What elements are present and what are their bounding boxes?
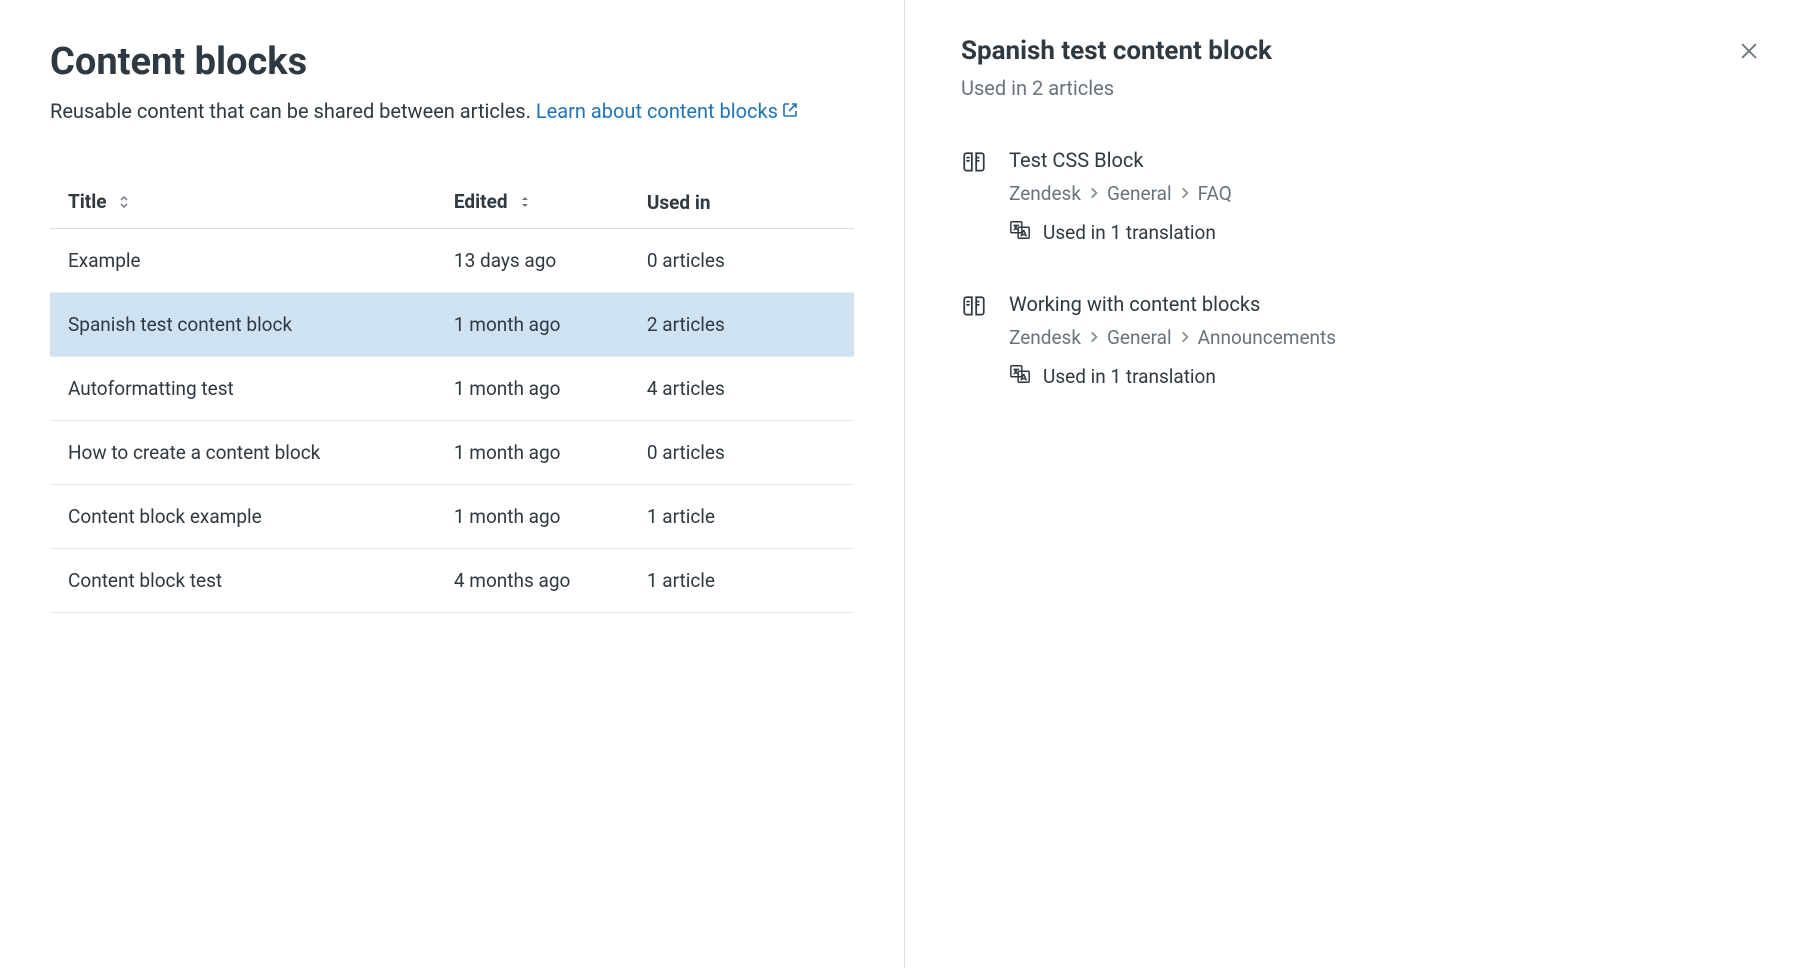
page-title: Content blocks (50, 40, 854, 84)
external-link-icon (782, 96, 798, 126)
chevron-right-icon (1180, 182, 1190, 205)
translations-info: Used in 1 translation (1009, 363, 1764, 390)
translations-text: Used in 1 translation (1043, 365, 1216, 388)
chevron-right-icon (1089, 326, 1099, 349)
table-row[interactable]: Spanish test content block1 month ago2 a… (50, 293, 854, 357)
table-cell-used-in: 4 articles (629, 357, 854, 421)
table-row[interactable]: Autoformatting test1 month ago4 articles (50, 357, 854, 421)
table-row[interactable]: Content block test4 months ago1 article (50, 549, 854, 613)
close-button[interactable] (1734, 36, 1764, 69)
breadcrumb-segment[interactable]: General (1107, 326, 1172, 349)
breadcrumb-segment[interactable]: General (1107, 182, 1172, 205)
column-header-title[interactable]: Title (50, 176, 436, 229)
detail-title: Spanish test content block (961, 36, 1272, 66)
learn-about-link[interactable]: Learn about content blocks (536, 99, 798, 123)
book-icon (961, 148, 989, 246)
table-cell-edited: 1 month ago (436, 421, 629, 485)
table-cell-edited: 1 month ago (436, 357, 629, 421)
page-subtitle: Reusable content that can be shared betw… (50, 96, 854, 126)
translation-icon (1009, 363, 1031, 390)
sort-icon (117, 191, 131, 214)
table-cell-edited: 1 month ago (436, 293, 629, 357)
main-content: Content blocks Reusable content that can… (0, 0, 905, 968)
book-icon (961, 292, 989, 390)
detail-panel: Spanish test content block Used in 2 art… (905, 0, 1804, 968)
breadcrumb: Zendesk General FAQ (1009, 182, 1764, 205)
table-cell-used-in: 0 articles (629, 421, 854, 485)
usage-title: Working with content blocks (1009, 292, 1764, 316)
subtitle-text: Reusable content that can be shared betw… (50, 99, 536, 123)
content-blocks-table: Title Edited Used in (50, 176, 854, 613)
table-row[interactable]: Content block example1 month ago1 articl… (50, 485, 854, 549)
translations-info: Used in 1 translation (1009, 219, 1764, 246)
table-cell-used-in: 1 article (629, 549, 854, 613)
breadcrumb-segment[interactable]: Zendesk (1009, 326, 1081, 349)
table-cell-edited: 1 month ago (436, 485, 629, 549)
table-cell-title: Spanish test content block (50, 293, 436, 357)
translations-text: Used in 1 translation (1043, 221, 1216, 244)
table-cell-used-in: 1 article (629, 485, 854, 549)
table-cell-title: Content block example (50, 485, 436, 549)
breadcrumb-segment[interactable]: FAQ (1198, 182, 1232, 205)
table-cell-title: Content block test (50, 549, 436, 613)
table-row[interactable]: Example13 days ago0 articles (50, 229, 854, 293)
translation-icon (1009, 219, 1031, 246)
usage-item[interactable]: Test CSS Block Zendesk General FAQ Used in 1… (961, 148, 1764, 246)
table-cell-title: How to create a content block (50, 421, 436, 485)
breadcrumb-segment[interactable]: Zendesk (1009, 182, 1081, 205)
table-cell-title: Example (50, 229, 436, 293)
breadcrumb-segment[interactable]: Announcements (1198, 326, 1336, 349)
table-cell-title: Autoformatting test (50, 357, 436, 421)
usage-item[interactable]: Working with content blocks Zendesk Genera… (961, 292, 1764, 390)
chevron-right-icon (1089, 182, 1099, 205)
column-header-used-in[interactable]: Used in (629, 176, 854, 229)
detail-subtitle: Used in 2 articles (961, 76, 1764, 100)
table-cell-edited: 4 months ago (436, 549, 629, 613)
column-header-edited[interactable]: Edited (436, 176, 629, 229)
chevron-right-icon (1180, 326, 1190, 349)
table-cell-used-in: 2 articles (629, 293, 854, 357)
breadcrumb: Zendesk General Announcements (1009, 326, 1764, 349)
close-icon (1738, 50, 1760, 65)
table-cell-edited: 13 days ago (436, 229, 629, 293)
table-row[interactable]: How to create a content block1 month ago… (50, 421, 854, 485)
sort-icon (518, 191, 532, 214)
usage-title: Test CSS Block (1009, 148, 1764, 172)
table-cell-used-in: 0 articles (629, 229, 854, 293)
